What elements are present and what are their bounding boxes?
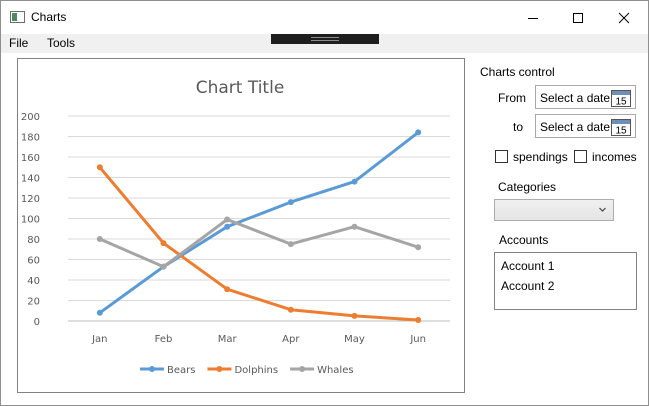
spendings-checkbox[interactable] — [495, 150, 508, 163]
y-tick-label: 100 — [21, 215, 40, 226]
x-tick-label: Jan — [91, 334, 107, 345]
y-tick-label: 160 — [21, 153, 40, 164]
categories-label: Categories — [498, 180, 557, 194]
drag-grip-handle[interactable] — [271, 34, 379, 44]
from-date-placeholder: Select a date — [540, 91, 611, 105]
charts-window: Charts File Tools Chart Title 0 20 40 60 80 10… — [0, 0, 649, 406]
x-tick-label: Mar — [218, 334, 238, 345]
from-date-picker[interactable]: Select a date 15 — [535, 85, 636, 109]
title-bar[interactable]: Charts — [1, 1, 648, 34]
y-tick-label: 0 — [34, 317, 40, 328]
data-point-dolphins — [415, 316, 422, 323]
y-tick-label: 40 — [27, 276, 40, 287]
menu-tools[interactable]: Tools — [47, 36, 75, 50]
data-point-bears — [351, 178, 358, 185]
menu-file[interactable]: File — [9, 36, 28, 50]
y-tick-label: 180 — [21, 133, 40, 144]
y-tick-label: 200 — [21, 112, 40, 123]
data-point-whales — [160, 263, 167, 270]
x-tick-label: Apr — [282, 334, 300, 345]
legend-label-dolphins: Dolphins — [234, 365, 278, 376]
data-point-dolphins — [224, 286, 231, 293]
y-tick-label: 120 — [21, 194, 40, 205]
list-item-account-2[interactable]: Account 2 — [501, 279, 554, 293]
accounts-list[interactable]: Account 1 Account 2 — [494, 252, 637, 310]
data-point-bears — [287, 199, 294, 206]
data-point-dolphins — [287, 306, 294, 313]
data-point-whales — [351, 223, 358, 230]
x-tick-label: Feb — [155, 334, 173, 345]
close-icon — [618, 12, 630, 23]
legend-marker-whales — [299, 366, 306, 372]
calendar-day-text: 15 — [615, 97, 627, 108]
calendar-icon[interactable]: 15 — [611, 90, 631, 107]
spendings-label[interactable]: spendings — [513, 150, 568, 164]
accounts-label: Accounts — [499, 233, 549, 247]
line-chart: Chart Title 0 20 40 60 80 100 120 140 160 180 200 Ja… — [21, 78, 450, 376]
calendar-icon[interactable]: 15 — [611, 119, 631, 136]
data-point-dolphins — [160, 240, 167, 247]
to-date-placeholder: Select a date — [540, 120, 611, 134]
to-date-picker[interactable]: Select a date 15 — [535, 114, 636, 138]
y-tick-label: 80 — [27, 235, 40, 246]
chart-area: Chart Title 0 20 40 60 80 100 120 140 160 180 200 Ja… — [17, 58, 465, 393]
data-point-whales — [224, 216, 231, 223]
series-line-dolphins — [98, 165, 420, 322]
data-point-bears — [96, 309, 103, 316]
data-point-whales — [287, 241, 294, 248]
to-label: to — [513, 120, 524, 134]
legend-marker-dolphins — [216, 366, 223, 372]
categories-dropdown[interactable] — [494, 199, 614, 221]
data-point-bears — [415, 129, 422, 136]
data-point-bears — [224, 223, 231, 230]
y-tick-label: 140 — [21, 174, 40, 185]
legend-marker-bears — [149, 366, 155, 372]
maximize-button[interactable] — [555, 1, 601, 34]
legend-label-bears: Bears — [167, 365, 195, 376]
y-tick-label: 20 — [27, 297, 40, 308]
app-icon — [10, 11, 25, 23]
y-tick-label: 60 — [27, 256, 40, 267]
x-tick-label: Jun — [409, 334, 426, 345]
legend-label-whales: Whales — [317, 365, 354, 376]
minimize-icon — [528, 17, 538, 19]
list-item-account-1[interactable]: Account 1 — [501, 259, 554, 273]
minimize-button[interactable] — [510, 1, 556, 34]
incomes-label[interactable]: incomes — [592, 150, 637, 164]
window-title: Charts — [31, 10, 67, 24]
chart-title: Chart Title — [196, 78, 285, 98]
from-label: From — [498, 91, 526, 105]
maximize-icon — [573, 12, 583, 23]
data-point-dolphins — [96, 164, 103, 171]
close-button[interactable] — [601, 1, 647, 34]
data-point-dolphins — [351, 312, 358, 319]
data-point-whales — [415, 244, 422, 251]
calendar-day-text: 15 — [615, 126, 627, 137]
incomes-checkbox[interactable] — [574, 150, 587, 163]
chevron-down-icon — [599, 207, 606, 212]
charts-control-heading: Charts control — [480, 65, 555, 79]
x-tick-label: May — [344, 334, 365, 345]
data-point-whales — [96, 236, 103, 242]
